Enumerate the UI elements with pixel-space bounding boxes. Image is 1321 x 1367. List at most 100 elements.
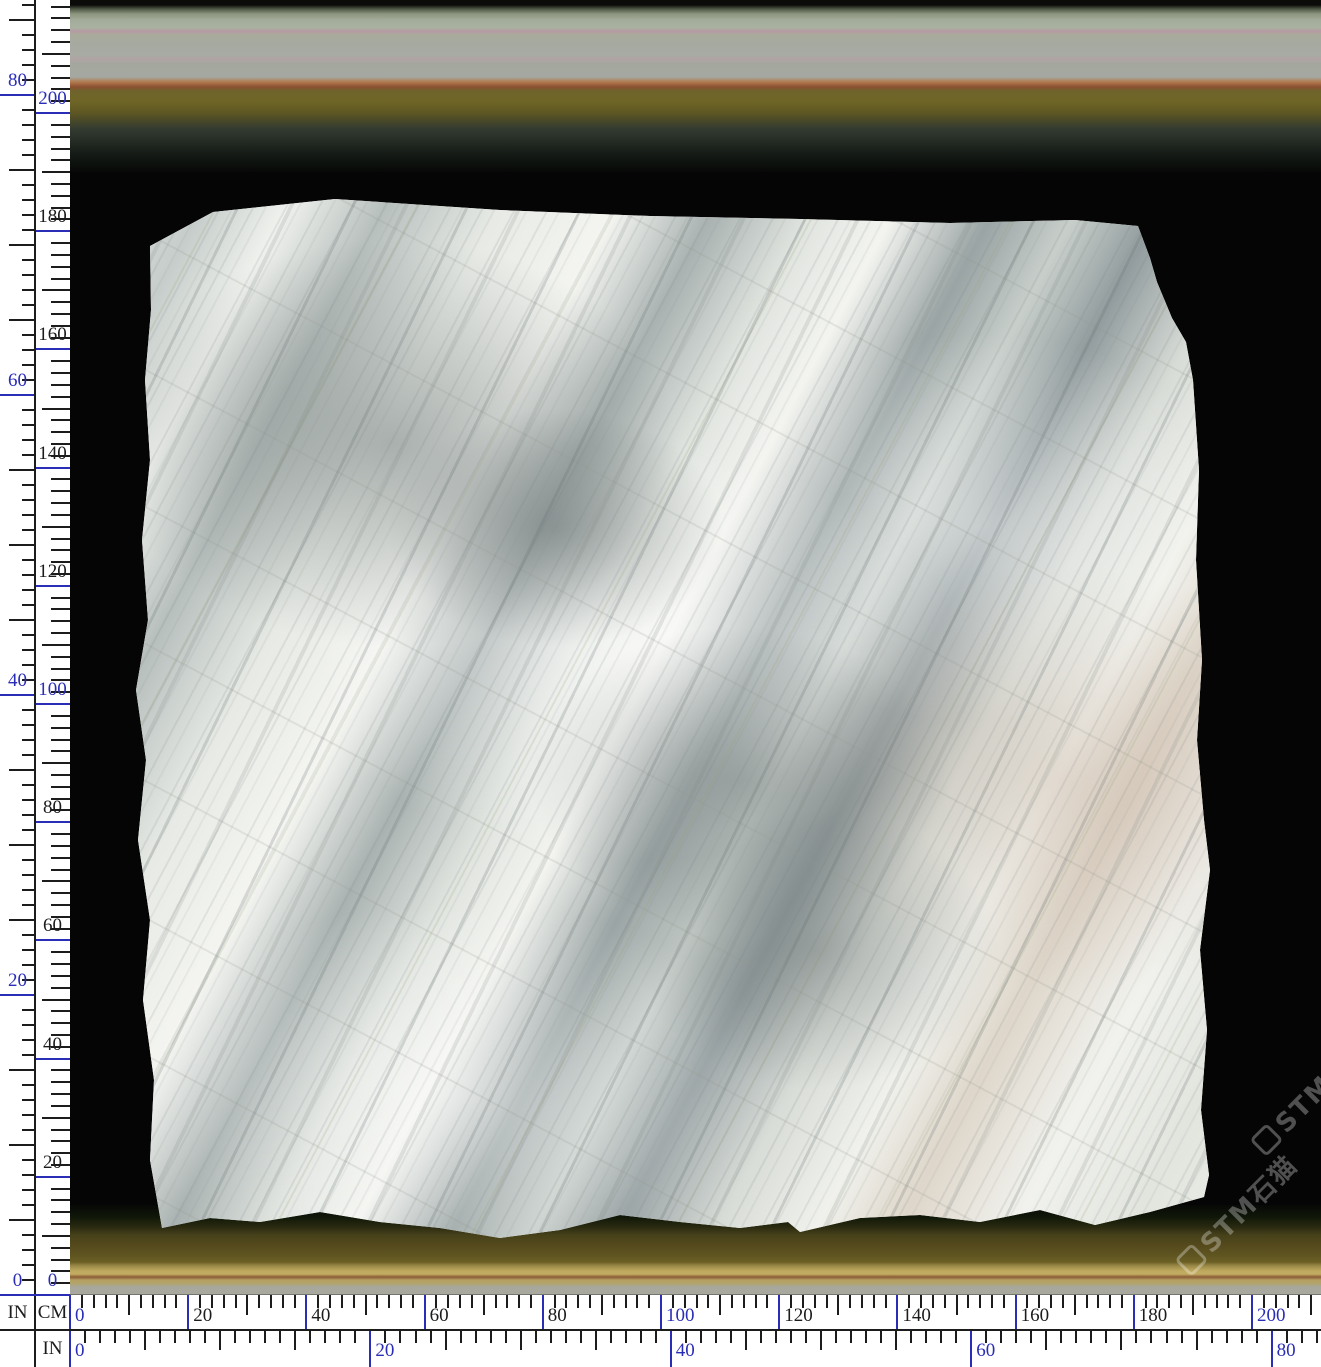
ruler-tick bbox=[258, 1295, 260, 1308]
ruler-tick bbox=[849, 1295, 851, 1308]
ruler-tick bbox=[1074, 1295, 1076, 1315]
ruler-tick bbox=[910, 1330, 912, 1343]
ruler-label: 100 bbox=[666, 1306, 695, 1326]
horizontal-inch-ruler: 020406080 bbox=[70, 1330, 1321, 1367]
ruler-tick bbox=[51, 266, 70, 268]
ruler-tick bbox=[9, 844, 35, 846]
ruler-tick bbox=[655, 1330, 657, 1343]
ruler-tick bbox=[51, 1247, 70, 1249]
ruler-tick bbox=[535, 1330, 537, 1343]
ruler-tick bbox=[1181, 1330, 1183, 1343]
ruler-tick bbox=[51, 963, 70, 965]
ruler-tick bbox=[51, 313, 70, 315]
ruler-tick bbox=[1105, 1330, 1107, 1343]
ruler-tick bbox=[415, 1330, 417, 1343]
ruler-tick bbox=[940, 1330, 942, 1343]
ruler-tick bbox=[790, 1330, 792, 1343]
ruler-tick bbox=[279, 1330, 281, 1343]
ruler-tick bbox=[9, 244, 35, 246]
ruler-tick bbox=[1000, 1330, 1002, 1343]
ruler-tick bbox=[9, 19, 35, 21]
ruler-major-line bbox=[0, 994, 35, 996]
ruler-tick bbox=[991, 1295, 993, 1308]
slab-scan-page: STM石猫 STM石猫 STM石猫 020406080 020406080100… bbox=[0, 0, 1321, 1367]
ruler-tick bbox=[820, 1330, 822, 1350]
ruler-tick bbox=[51, 384, 70, 386]
ruler-tick bbox=[51, 857, 70, 859]
ruler-tick bbox=[246, 1295, 248, 1315]
ruler-tick bbox=[42, 53, 70, 55]
ruler-tick bbox=[51, 975, 70, 977]
ruler-tick bbox=[1216, 1295, 1218, 1308]
ruler-major-line bbox=[896, 1295, 898, 1330]
horizontal-cm-ruler: 020406080100120140160180200 bbox=[70, 1295, 1321, 1330]
ruler-tick bbox=[707, 1295, 709, 1308]
ruler-tick bbox=[42, 1117, 70, 1119]
ruler-tick bbox=[270, 1295, 272, 1308]
ruler-tick bbox=[282, 1295, 284, 1308]
ruler-major-line bbox=[187, 1295, 189, 1330]
ruler-major-line bbox=[35, 467, 70, 469]
ruler-tick bbox=[51, 514, 70, 516]
ruler-tick bbox=[613, 1295, 615, 1308]
ruler-tick bbox=[324, 1330, 326, 1343]
ruler-major-line bbox=[670, 1330, 672, 1367]
ruler-tick bbox=[601, 1295, 603, 1315]
ruler-tick bbox=[51, 632, 70, 634]
ruler-tick bbox=[235, 1295, 237, 1308]
ruler-major-line bbox=[424, 1295, 426, 1330]
scanner-bed-top-band bbox=[70, 0, 1321, 172]
ruler-tick bbox=[925, 1330, 927, 1343]
corner-label-inch-column: IN bbox=[0, 1295, 35, 1330]
ruler-tick bbox=[51, 904, 70, 906]
photo-ruler-boundary-line bbox=[70, 1294, 1321, 1295]
ruler-major-line bbox=[0, 394, 35, 396]
ruler-tick bbox=[353, 1295, 355, 1308]
ruler-major-line bbox=[35, 1176, 70, 1178]
ruler-tick bbox=[805, 1330, 807, 1343]
ruler-major-line bbox=[35, 821, 70, 823]
ruler-tick bbox=[223, 1295, 225, 1308]
ruler-tick bbox=[51, 833, 70, 835]
ruler-tick bbox=[518, 1295, 520, 1308]
ruler-tick bbox=[42, 289, 70, 291]
cm-in-row-divider-line bbox=[0, 1329, 1321, 1331]
ruler-label: 60 bbox=[976, 1341, 995, 1361]
ruler-tick bbox=[9, 1069, 35, 1071]
ruler-tick bbox=[51, 951, 70, 953]
ruler-tick bbox=[51, 1010, 70, 1012]
ruler-major-line bbox=[542, 1295, 544, 1330]
ruler-major-line bbox=[35, 1058, 70, 1060]
ruler-tick bbox=[1060, 1330, 1062, 1343]
ruler-tick bbox=[1003, 1295, 1005, 1308]
ruler-tick bbox=[956, 1295, 958, 1315]
ruler-tick bbox=[51, 77, 70, 79]
ruler-tick bbox=[760, 1330, 762, 1343]
ruler-tick bbox=[9, 319, 35, 321]
ruler-tick bbox=[51, 786, 70, 788]
ruler-tick bbox=[339, 1330, 341, 1343]
ruler-label: 120 bbox=[35, 562, 70, 582]
ruler-tick bbox=[51, 1093, 70, 1095]
ruler-tick bbox=[51, 538, 70, 540]
ruler-tick bbox=[880, 1330, 882, 1343]
ruler-tick bbox=[219, 1330, 221, 1350]
ruler-tick bbox=[1045, 1330, 1047, 1350]
ruler-label: 40 bbox=[311, 1306, 330, 1326]
ruler-tick bbox=[116, 1295, 118, 1308]
ruler-tick bbox=[495, 1295, 497, 1308]
ruler-tick bbox=[1168, 1295, 1170, 1308]
ruler-tick bbox=[51, 183, 70, 185]
ruler-tick bbox=[51, 750, 70, 752]
ruler-tick bbox=[826, 1295, 828, 1308]
ruler-tick bbox=[1180, 1295, 1182, 1308]
ruler-tick bbox=[42, 408, 70, 410]
ruler-tick bbox=[51, 17, 70, 19]
ruler-tick bbox=[696, 1295, 698, 1308]
ruler-tick bbox=[1196, 1330, 1198, 1350]
ruler-tick bbox=[51, 668, 70, 670]
ruler-tick bbox=[9, 544, 35, 546]
ruler-tick bbox=[700, 1330, 702, 1343]
ruler-label: 180 bbox=[35, 207, 70, 227]
ruler-tick bbox=[1030, 1330, 1032, 1343]
